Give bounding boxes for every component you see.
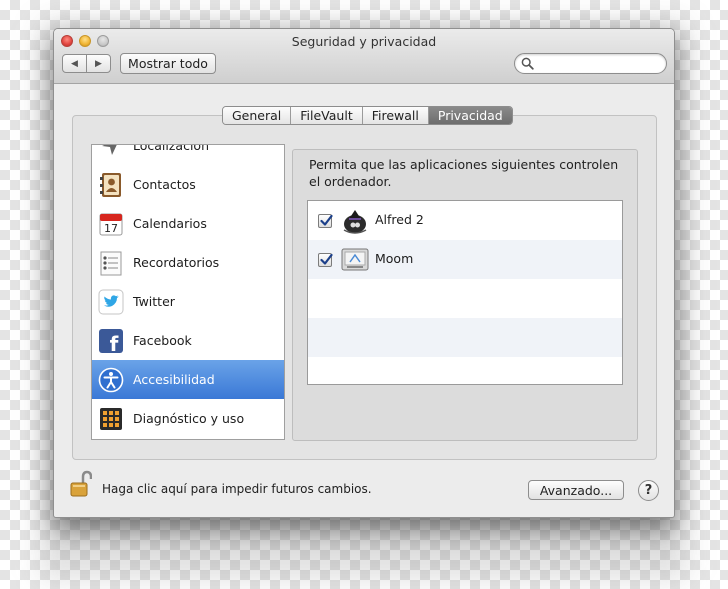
category-label: Accesibilidad bbox=[133, 372, 215, 387]
advanced-button[interactable]: Avanzado... bbox=[528, 480, 624, 500]
category-label: Calendarios bbox=[133, 216, 207, 231]
category-label: Twitter bbox=[133, 294, 175, 309]
tab-bar: General FileVault Firewall Privacidad bbox=[222, 106, 513, 125]
category-item-calendarios[interactable]: 17 Calendarios bbox=[92, 204, 284, 243]
twitter-icon bbox=[98, 289, 124, 314]
location-icon bbox=[102, 145, 117, 155]
tab-firewall[interactable]: Firewall bbox=[361, 107, 428, 124]
facebook-icon: f bbox=[99, 328, 123, 354]
empty-list-row bbox=[308, 279, 622, 318]
category-item-facebook[interactable]: f Facebook bbox=[92, 321, 284, 360]
app-row-moom[interactable]: Moom bbox=[308, 240, 622, 279]
calendar-icon: 17 bbox=[99, 213, 123, 235]
category-item-twitter[interactable]: Twitter bbox=[92, 282, 284, 321]
alfred-icon bbox=[343, 210, 367, 234]
search-icon bbox=[521, 57, 534, 70]
app-name: Moom bbox=[375, 251, 414, 266]
reminders-icon bbox=[100, 251, 122, 275]
permission-description: Permita que las aplicaciones siguientes … bbox=[309, 157, 619, 189]
forward-button[interactable]: ▶ bbox=[86, 55, 110, 72]
diagnostics-icon bbox=[100, 407, 122, 430]
nav-buttons: ◀ ▶ bbox=[62, 54, 111, 73]
checkmark-icon bbox=[320, 214, 333, 226]
contacts-icon bbox=[100, 172, 121, 197]
show-all-button[interactable]: Mostrar todo bbox=[120, 53, 216, 74]
moom-icon bbox=[341, 248, 369, 271]
accessibility-icon bbox=[98, 367, 124, 392]
toolbar: Seguridad y privacidad ◀ ▶ Mostrar todo bbox=[54, 29, 674, 84]
category-label: Localización bbox=[133, 144, 210, 153]
tab-general[interactable]: General bbox=[223, 107, 291, 124]
lock-message: Haga clic aquí para impedir futuros camb… bbox=[102, 482, 372, 496]
alfred-checkbox[interactable] bbox=[318, 214, 333, 228]
window-title: Seguridad y privacidad bbox=[291, 34, 437, 49]
search-input[interactable] bbox=[537, 56, 661, 71]
category-item-recordatorios[interactable]: Recordatorios bbox=[92, 243, 284, 282]
category-item-accesibilidad[interactable]: Accesibilidad bbox=[92, 360, 284, 399]
calendar-icon-day: 17 bbox=[104, 222, 118, 235]
tab-filevault[interactable]: FileVault bbox=[290, 107, 362, 124]
help-button[interactable]: ? bbox=[638, 480, 659, 501]
category-item-localizacion[interactable]: Localización bbox=[92, 144, 284, 165]
category-item-contactos[interactable]: Contactos bbox=[92, 165, 284, 204]
preferences-window: Seguridad y privacidad ◀ ▶ Mostrar todo … bbox=[53, 28, 675, 518]
category-label: Contactos bbox=[133, 177, 196, 192]
category-label: Facebook bbox=[133, 333, 192, 348]
privacy-category-list[interactable]: Localización Contactos 17 Calendarios Re… bbox=[91, 144, 285, 440]
checkmark-icon bbox=[320, 253, 333, 265]
chevron-left-icon: ◀ bbox=[71, 58, 78, 69]
category-label: Recordatorios bbox=[133, 255, 220, 270]
back-button[interactable]: ◀ bbox=[63, 55, 86, 72]
facebook-icon-letter: f bbox=[110, 332, 119, 354]
search-field[interactable] bbox=[514, 53, 667, 74]
accessibility-permissions-pane: Permita que las aplicaciones siguientes … bbox=[292, 149, 638, 441]
app-permission-list[interactable]: Alfred 2 Moom bbox=[307, 200, 623, 385]
empty-list-row bbox=[308, 318, 622, 357]
tab-privacidad[interactable]: Privacidad bbox=[427, 107, 512, 124]
category-item-diagnostico[interactable]: Diagnóstico y uso bbox=[92, 399, 284, 438]
category-label: Diagnóstico y uso bbox=[133, 411, 245, 426]
chevron-right-icon: ▶ bbox=[95, 58, 102, 69]
app-row-alfred[interactable]: Alfred 2 bbox=[308, 201, 622, 240]
moom-checkbox[interactable] bbox=[318, 253, 333, 267]
unlocked-padlock-icon[interactable] bbox=[70, 469, 92, 499]
app-name: Alfred 2 bbox=[375, 212, 424, 227]
